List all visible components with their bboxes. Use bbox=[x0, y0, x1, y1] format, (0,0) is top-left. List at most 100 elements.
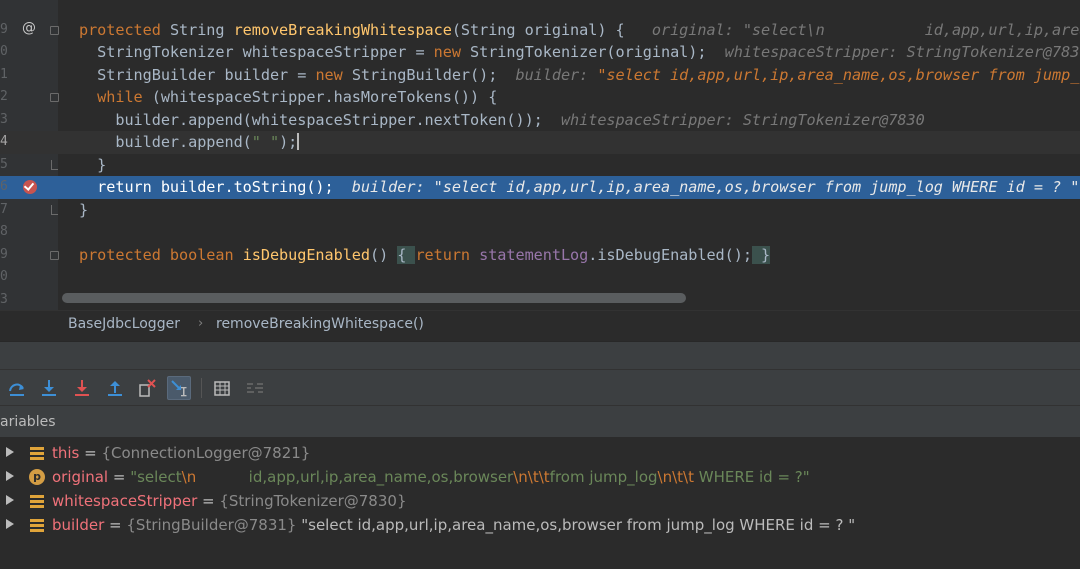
code-line[interactable]: 2 while (whitespaceStripper.hasMoreToken… bbox=[0, 86, 1080, 109]
line-number[interactable]: 3 bbox=[0, 112, 14, 127]
fold-icon[interactable] bbox=[50, 25, 59, 35]
code-text[interactable]: builder.append(" "); bbox=[79, 133, 300, 152]
variables-tree[interactable]: this = {ConnectionLogger@7821} p original … bbox=[0, 438, 1080, 569]
execution-line[interactable]: 6 return builder.toString(); builder: "s… bbox=[0, 176, 1080, 199]
code-text[interactable]: } bbox=[79, 201, 88, 220]
code-text[interactable]: builder.append(whitespaceStripper.nextTo… bbox=[79, 110, 925, 130]
inline-debug-value: "select id,app,url,ip,area_name,os,brows… bbox=[597, 65, 1080, 84]
line-number[interactable]: 1 bbox=[0, 67, 14, 82]
code-text[interactable]: } bbox=[79, 156, 106, 175]
code-text[interactable]: StringTokenizer whitespaceStripper = new… bbox=[79, 43, 1080, 62]
variable-row-this[interactable]: this = {ConnectionLogger@7821} bbox=[0, 441, 1080, 465]
code-token: { bbox=[397, 245, 416, 264]
variable-type: {StringTokenizer@7830} bbox=[219, 492, 407, 510]
expand-arrow-icon[interactable] bbox=[6, 471, 14, 481]
drop-frame-icon[interactable] bbox=[135, 376, 159, 400]
inline-debug-value: whitespaceStripper: StringTokenizer@7830… bbox=[706, 43, 1080, 61]
code-token: isDebugEnabled bbox=[242, 245, 370, 264]
code-token: } bbox=[79, 155, 107, 174]
code-line[interactable]: 8 bbox=[0, 221, 1080, 244]
step-over-icon[interactable] bbox=[5, 376, 29, 400]
step-out-icon[interactable] bbox=[103, 376, 127, 400]
code-text[interactable]: protected boolean isDebugEnabled() { ret… bbox=[79, 245, 771, 265]
expand-arrow-icon[interactable] bbox=[6, 447, 14, 457]
field-icon bbox=[30, 519, 44, 533]
line-number[interactable]: 8 bbox=[0, 224, 14, 239]
fold-end-icon[interactable] bbox=[51, 159, 58, 170]
line-number[interactable]: 4 bbox=[0, 134, 14, 149]
variable-text: whitespaceStripper = {StringTokenizer@78… bbox=[52, 492, 407, 510]
inline-debug-value: whitespaceStripper: StringTokenizer@7830 bbox=[542, 110, 925, 129]
code-token: StringBuilder(); bbox=[351, 65, 498, 84]
variables-title: ariables bbox=[0, 414, 56, 430]
line-number[interactable]: 2 bbox=[0, 89, 14, 104]
code-token: StringTokenizer whitespaceStripper = bbox=[79, 43, 434, 61]
line-number[interactable]: 0 bbox=[0, 44, 14, 59]
equals-sign: = bbox=[197, 492, 220, 510]
code-token: } bbox=[79, 200, 89, 219]
fold-end-icon[interactable] bbox=[51, 204, 58, 215]
code-token: String bbox=[169, 20, 234, 39]
code-line[interactable]: 1 StringBuilder builder = new StringBuil… bbox=[0, 64, 1080, 87]
variable-row-original[interactable]: p original = "select\n id,app,url,ip,area… bbox=[0, 465, 1080, 489]
variable-row-whitespaceStripper[interactable]: whitespaceStripper = {StringTokenizer@78… bbox=[0, 489, 1080, 513]
code-token: ); bbox=[279, 133, 298, 151]
code-token: " " bbox=[251, 133, 280, 151]
line-number[interactable]: 6 bbox=[0, 179, 14, 194]
code-line[interactable]: 4 builder.append(" "); bbox=[0, 131, 1080, 154]
breadcrumb-class[interactable]: BaseJdbcLogger bbox=[68, 316, 180, 332]
code-line[interactable]: 0 StringTokenizer whitespaceStripper = n… bbox=[0, 41, 1080, 64]
code-line[interactable]: 3 builder.append(whitespaceStripper.next… bbox=[0, 109, 1080, 132]
line-number[interactable]: 9 bbox=[0, 22, 14, 37]
variable-name: whitespaceStripper bbox=[52, 492, 198, 510]
code-text[interactable]: while (whitespaceStripper.hasMoreTokens(… bbox=[79, 88, 497, 107]
equals-sign: = bbox=[79, 444, 102, 462]
evaluate-expression-icon[interactable] bbox=[210, 376, 234, 400]
code-text[interactable]: protected String removeBreakingWhitespac… bbox=[79, 21, 1080, 40]
variable-row-builder[interactable]: builder = {StringBuilder@7831} "select i… bbox=[0, 513, 1080, 537]
breakpoint-icon[interactable] bbox=[23, 180, 37, 194]
horizontal-scrollbar[interactable] bbox=[62, 293, 686, 303]
inline-debug-value: builder: bbox=[497, 65, 598, 84]
line-number[interactable]: 7 bbox=[0, 202, 14, 217]
line-number[interactable]: 3 bbox=[0, 292, 14, 307]
run-to-cursor-icon[interactable] bbox=[167, 376, 191, 400]
code-editor[interactable]: 9 @ protected String removeBreakingWhitesp… bbox=[0, 0, 1080, 310]
expand-arrow-icon[interactable] bbox=[6, 519, 14, 529]
code-line[interactable]: 7} bbox=[0, 199, 1080, 222]
trace-current-stream-icon[interactable] bbox=[243, 376, 267, 400]
force-step-into-icon[interactable] bbox=[70, 376, 94, 400]
line-number[interactable]: 5 bbox=[0, 157, 14, 172]
code-line[interactable]: 0 bbox=[0, 266, 1080, 289]
code-token: StringBuilder builder = bbox=[79, 65, 316, 84]
fold-icon[interactable] bbox=[50, 93, 59, 102]
equals-sign: = bbox=[108, 468, 131, 486]
line-number[interactable]: 9 bbox=[0, 247, 14, 262]
code-text[interactable]: return builder.toString(); builder: "sel… bbox=[79, 178, 1079, 197]
line-number[interactable]: 0 bbox=[0, 269, 14, 284]
expand-arrow-icon[interactable] bbox=[6, 495, 14, 505]
code-text[interactable]: StringBuilder builder = new StringBuilde… bbox=[79, 66, 1080, 85]
breadcrumb-separator: › bbox=[198, 316, 204, 331]
fold-icon[interactable] bbox=[50, 250, 59, 260]
code-token: return bbox=[79, 178, 161, 196]
code-line[interactable]: 9 protected boolean isDebugEnabled() { re… bbox=[0, 244, 1080, 267]
inline-debug-value: builder: "select id,app,url,ip,area_name… bbox=[333, 178, 1080, 196]
variable-type: {StringBuilder@7831} bbox=[126, 516, 297, 534]
code-token: } bbox=[751, 245, 771, 264]
code-token: (whitespaceStripper.hasMoreTokens()) { bbox=[151, 88, 498, 106]
variable-type: {ConnectionLogger@7821} bbox=[101, 444, 311, 462]
code-line[interactable]: 9 @ protected String removeBreakingWhitesp… bbox=[0, 19, 1080, 42]
override-marker-icon[interactable]: @ bbox=[22, 20, 36, 36]
variable-name: this bbox=[52, 444, 80, 462]
variable-value: \n\t\t bbox=[513, 468, 550, 486]
inline-debug-value: original: "select\n id,app,url,ip,area_n… bbox=[651, 20, 1080, 39]
breadcrumb: BaseJdbcLogger › removeBreakingWhitespac… bbox=[0, 310, 1080, 341]
code-token: () bbox=[370, 245, 398, 264]
step-into-icon[interactable] bbox=[37, 376, 61, 400]
code-token: StringTokenizer(original); bbox=[470, 43, 707, 61]
breadcrumb-method[interactable]: removeBreakingWhitespace() bbox=[216, 316, 424, 332]
code-line[interactable]: 5 } bbox=[0, 154, 1080, 177]
variable-value: \n\t\t bbox=[657, 468, 694, 486]
variable-name: builder bbox=[52, 516, 105, 534]
